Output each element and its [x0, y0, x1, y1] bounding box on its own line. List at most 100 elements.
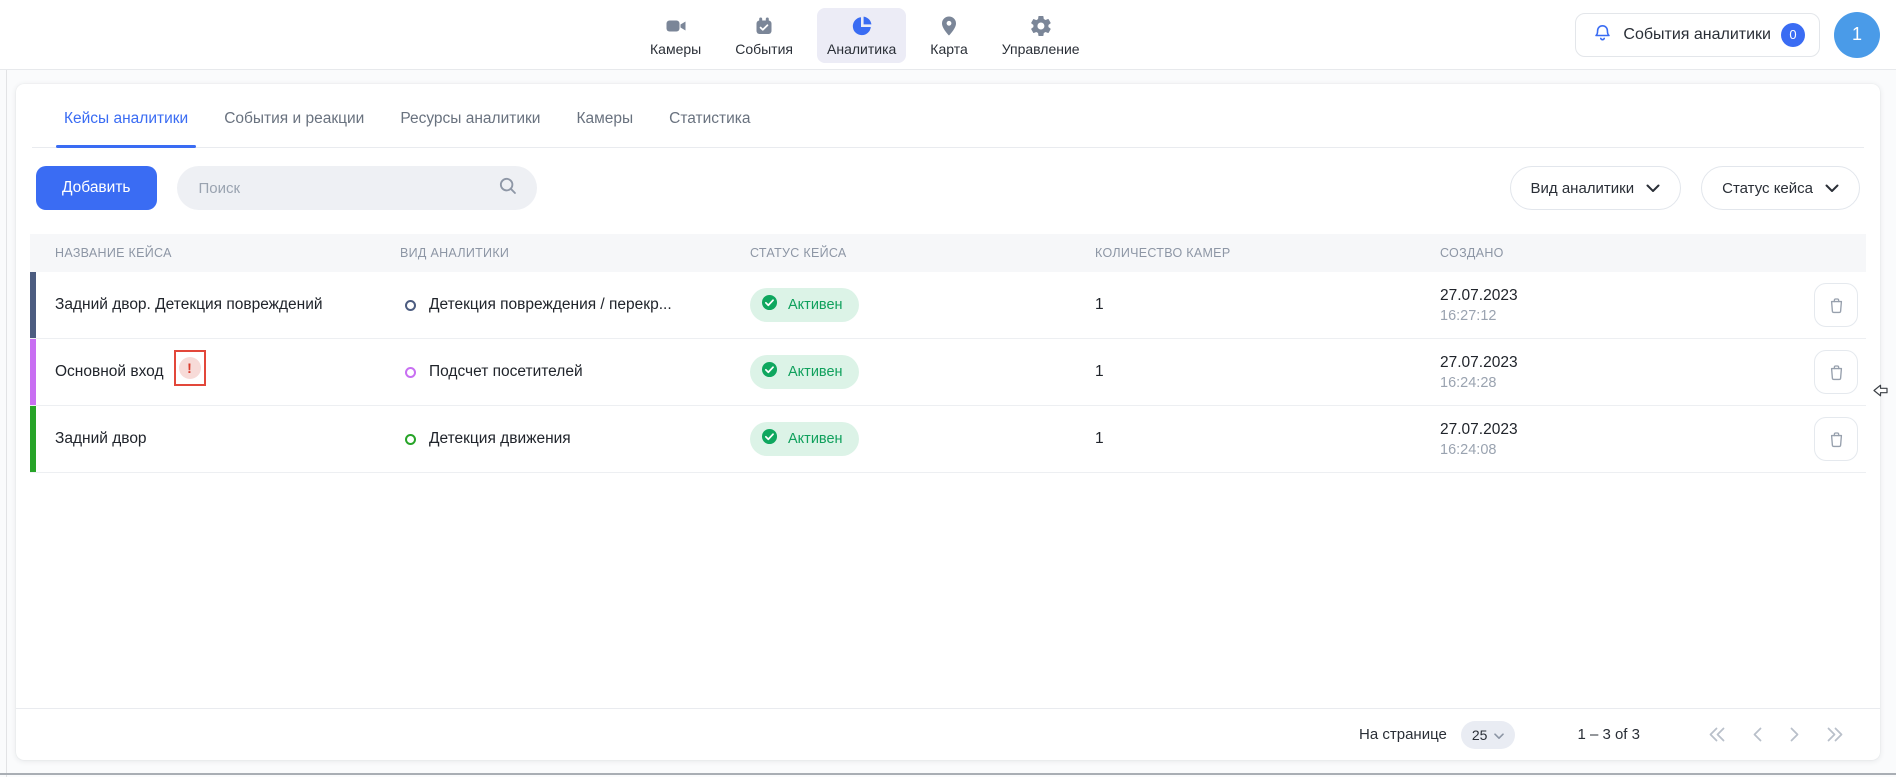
warning-highlight-box: !: [174, 350, 206, 386]
tab-analytics-resources[interactable]: Ресурсы аналитики: [382, 110, 558, 147]
case-name-cell: Задний двор. Детекция повреждений: [30, 296, 400, 314]
first-page-button[interactable]: [1708, 727, 1726, 742]
table-row[interactable]: Основной вход ! Подсчет посетителей Акти…: [30, 339, 1866, 406]
check-circle-icon: [760, 293, 779, 317]
tab-statistics[interactable]: Статистика: [651, 110, 768, 147]
chevron-down-icon: [1646, 180, 1660, 197]
last-page-button[interactable]: [1826, 727, 1844, 742]
table-row[interactable]: Задний двор Детекция движения Активен 1: [30, 406, 1866, 473]
case-status-cell: Активен: [750, 422, 1095, 456]
previous-page-button[interactable]: [1752, 727, 1763, 742]
tab-bar: Кейсы аналитики События и реакции Ресурс…: [32, 84, 1864, 148]
analytics-type-cell: Детекция движения: [400, 430, 750, 448]
top-bar-right: События аналитики 0 1: [1575, 12, 1880, 58]
window-left-edge: [6, 0, 7, 777]
delete-case-button[interactable]: [1814, 283, 1858, 327]
nav-item-cameras[interactable]: Камеры: [640, 8, 711, 63]
analytics-type-cell: Подсчет посетителей: [400, 363, 750, 381]
created-cell: 27.07.2023 16:24:08: [1440, 421, 1786, 458]
pager: [1708, 727, 1844, 742]
created-date: 27.07.2023: [1440, 354, 1786, 372]
column-header-analytics-type: ВИД АНАЛИТИКИ: [400, 246, 750, 260]
case-status-filter[interactable]: Статус кейса: [1701, 166, 1860, 210]
row-accent-bar: [30, 272, 36, 338]
created-time: 16:24:08: [1440, 442, 1786, 458]
status-badge: Активен: [750, 355, 859, 389]
case-name: Задний двор: [55, 430, 147, 448]
analytics-type-ring-icon: [405, 367, 416, 378]
events-count-badge: 0: [1781, 23, 1805, 47]
toolbar: Добавить Вид аналитики Статус кейса: [36, 166, 1860, 210]
created-time: 16:27:12: [1440, 308, 1786, 324]
status-badge: Активен: [750, 422, 859, 456]
per-page-value: 25: [1472, 727, 1488, 743]
next-page-button[interactable]: [1789, 727, 1800, 742]
created-cell: 27.07.2023 16:27:12: [1440, 287, 1786, 324]
window-bottom-edge: [0, 773, 1896, 775]
analytics-cases-card: Кейсы аналитики События и реакции Ресурс…: [16, 84, 1880, 760]
pagination-range: 1 – 3 of 3: [1577, 726, 1640, 743]
analytics-type-ring-icon: [405, 434, 416, 445]
top-bar: Камеры События Аналитика Карта Управлени: [0, 0, 1896, 70]
search-input[interactable]: [199, 180, 497, 197]
analytics-type-label: Детекция повреждения / перекр...: [429, 296, 672, 314]
warning-icon: !: [179, 357, 201, 379]
status-label: Активен: [788, 431, 843, 447]
case-name: Основной вход: [55, 363, 164, 381]
delete-case-button[interactable]: [1814, 350, 1858, 394]
status-label: Активен: [788, 364, 843, 380]
table-row[interactable]: Задний двор. Детекция повреждений Детекц…: [30, 272, 1866, 339]
analytics-type-ring-icon: [405, 300, 416, 311]
main-nav: Камеры События Аналитика Карта Управлени: [640, 0, 1090, 70]
map-pin-icon: [937, 14, 961, 38]
analytics-type-label: Детекция движения: [429, 430, 571, 448]
chevron-down-icon: [1494, 727, 1504, 743]
search-field[interactable]: [177, 166, 537, 210]
row-actions: [1786, 350, 1866, 394]
camera-count-cell: 1: [1095, 430, 1440, 448]
tab-cameras[interactable]: Камеры: [558, 110, 651, 147]
mouse-cursor: [1872, 383, 1889, 403]
analytics-events-button[interactable]: События аналитики 0: [1575, 13, 1820, 57]
per-page-select[interactable]: 25: [1461, 721, 1516, 749]
pie-chart-icon: [850, 14, 874, 38]
row-actions: [1786, 417, 1866, 461]
camera-count-cell: 1: [1095, 363, 1440, 381]
nav-label: Карта: [930, 41, 967, 57]
nav-label: Управление: [1002, 41, 1080, 57]
search-icon: [497, 175, 519, 202]
cases-table: НАЗВАНИЕ КЕЙСА ВИД АНАЛИТИКИ СТАТУС КЕЙС…: [16, 234, 1880, 473]
filter-label: Статус кейса: [1722, 180, 1813, 197]
delete-case-button[interactable]: [1814, 417, 1858, 461]
row-accent-bar: [30, 339, 36, 405]
nav-label: Аналитика: [827, 41, 896, 57]
chevron-down-icon: [1825, 180, 1839, 197]
check-circle-icon: [760, 427, 779, 451]
case-status-cell: Активен: [750, 288, 1095, 322]
calendar-check-icon: [752, 14, 776, 38]
row-accent-bar: [30, 406, 36, 472]
column-header-case-name: НАЗВАНИЕ КЕЙСА: [30, 246, 400, 260]
gear-icon: [1029, 14, 1053, 38]
nav-item-management[interactable]: Управление: [992, 8, 1090, 63]
case-status-cell: Активен: [750, 355, 1095, 389]
nav-item-events[interactable]: События: [725, 8, 803, 63]
per-page-label: На странице: [1359, 726, 1447, 743]
case-name: Задний двор. Детекция повреждений: [55, 296, 323, 314]
analytics-type-label: Подсчет посетителей: [429, 363, 583, 381]
analytics-type-filter[interactable]: Вид аналитики: [1510, 166, 1682, 210]
camera-count-cell: 1: [1095, 296, 1440, 314]
column-header-camera-count: КОЛИЧЕСТВО КАМЕР: [1095, 246, 1440, 260]
case-name-cell: Задний двор: [30, 430, 400, 448]
avatar[interactable]: 1: [1834, 12, 1880, 58]
add-button[interactable]: Добавить: [36, 166, 157, 210]
analytics-type-cell: Детекция повреждения / перекр...: [400, 296, 750, 314]
nav-item-map[interactable]: Карта: [920, 8, 977, 63]
analytics-events-label: События аналитики: [1623, 26, 1771, 44]
nav-item-analytics[interactable]: Аналитика: [817, 8, 906, 63]
page: Кейсы аналитики События и реакции Ресурс…: [0, 70, 1896, 777]
status-badge: Активен: [750, 288, 859, 322]
tab-analytics-cases[interactable]: Кейсы аналитики: [46, 110, 206, 147]
nav-label: Камеры: [650, 41, 701, 57]
tab-events-reactions[interactable]: События и реакции: [206, 110, 382, 147]
